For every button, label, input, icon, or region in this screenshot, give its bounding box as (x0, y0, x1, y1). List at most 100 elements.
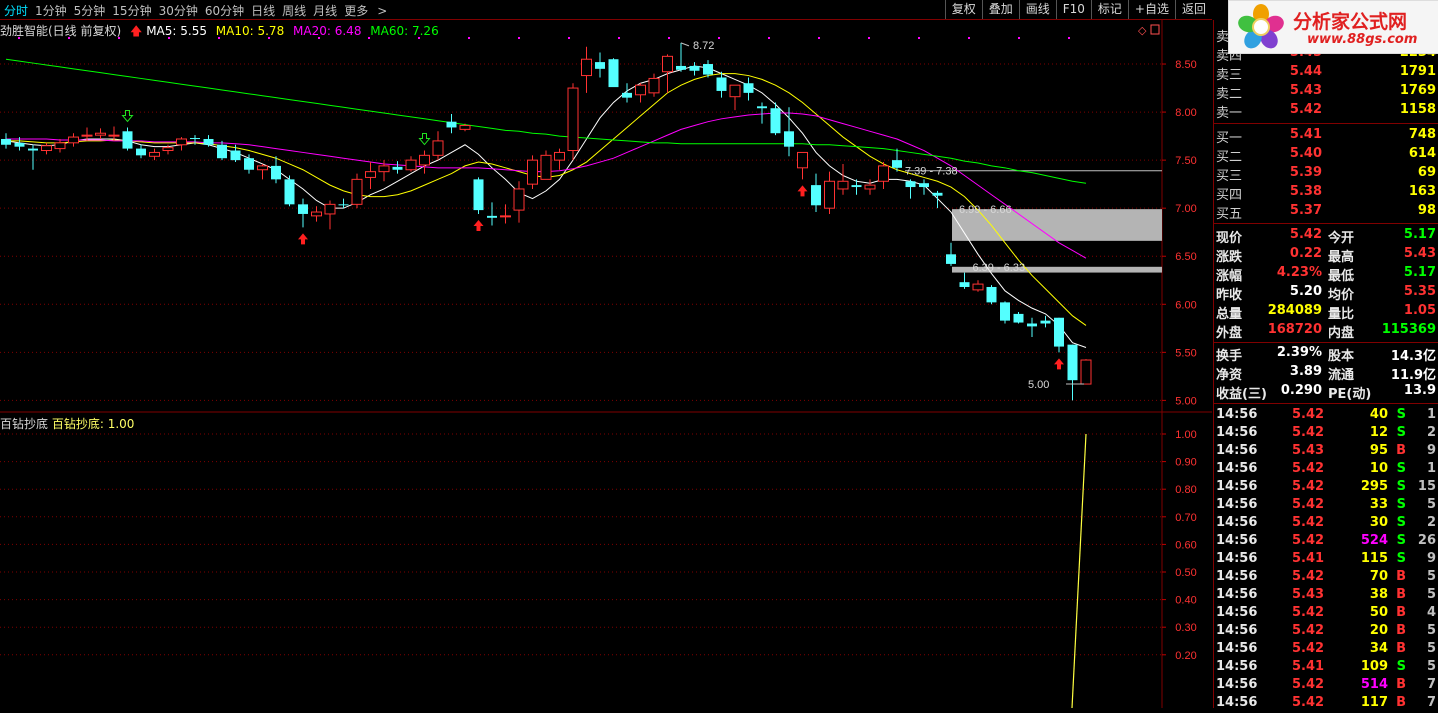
tick-direction: S (1396, 479, 1406, 494)
up-arrow-icon: 🡅 (130, 24, 143, 38)
tick-direction: S (1396, 407, 1406, 422)
signal-dot (968, 37, 970, 39)
signal-dot (1018, 37, 1020, 39)
price-tick-label: 8.00 (1175, 107, 1196, 119)
candle-body (230, 150, 241, 161)
quote-row: 总量 284089 量比 1.05 (1216, 303, 1438, 322)
tick-count: 4 (1426, 605, 1436, 620)
tick-volume: 40 (1369, 407, 1388, 422)
signal-dot (618, 37, 620, 39)
flower-logo-icon (1238, 4, 1284, 49)
tick-volume: 33 (1369, 497, 1388, 512)
tick-count: 5 (1426, 569, 1436, 584)
buy-price: 5.41 (1289, 127, 1322, 142)
period-tab[interactable]: 15分钟 (112, 4, 151, 18)
period-tab[interactable]: 60分钟 (205, 4, 244, 18)
candle-body (14, 142, 25, 147)
signal-dot (518, 37, 520, 39)
candle-body (905, 181, 916, 188)
sell-label: 卖一 (1216, 106, 1243, 121)
quote-row: 涨幅 4.23% 最低 5.17 (1216, 265, 1438, 284)
quote-label: 最高 (1328, 250, 1355, 265)
sell-price: 5.44 (1289, 64, 1322, 79)
toolbar-button[interactable]: 复权 (944, 0, 982, 19)
toolbar-button[interactable]: 标记 (1090, 0, 1128, 19)
quote-label: 总量 (1216, 307, 1243, 322)
sell-row[interactable]: 卖一 5.42 1158 (1216, 102, 1438, 121)
chevron-right-icon[interactable]: > (377, 4, 387, 18)
price-tick-label: 6.00 (1175, 299, 1196, 311)
buy-volume: 69 (1417, 165, 1436, 180)
quote-label: 外盘 (1216, 326, 1243, 341)
logo-url: www.88gs.com (1307, 32, 1418, 47)
ma10-label: MA10: 5.78 (215, 24, 285, 38)
buy-price: 5.39 (1289, 165, 1322, 180)
tick-price: 5.43 (1292, 443, 1325, 458)
buy-row[interactable]: 买三 5.39 69 (1216, 165, 1438, 184)
buy-price: 5.37 (1289, 203, 1322, 218)
quote-value: 5.43 (1403, 246, 1436, 261)
period-tab[interactable]: 30分钟 (159, 4, 198, 18)
toolbar-button[interactable]: F10 (1055, 0, 1091, 19)
candle-body (932, 192, 943, 196)
candle (473, 177, 484, 214)
tick-price: 5.42 (1292, 407, 1325, 422)
buy-label: 买一 (1216, 131, 1243, 146)
period-tab[interactable]: 5分钟 (74, 4, 106, 18)
period-tab[interactable]: 分时 (4, 4, 28, 18)
buy-row[interactable]: 买五 5.37 98 (1216, 203, 1438, 222)
candle-body (162, 147, 174, 152)
tick-direction: B (1396, 587, 1406, 602)
candle-body (770, 108, 781, 134)
candle-body (689, 65, 700, 71)
period-tab[interactable]: 日线 (251, 4, 275, 18)
candle-body (676, 65, 686, 70)
period-tab[interactable]: 月线 (313, 4, 337, 18)
toolbar-button[interactable]: +自选 (1127, 0, 1175, 19)
indicator-legend: 百钻抄底 百钻抄底: 1.00 (0, 417, 135, 431)
period-tab[interactable]: 1分钟 (35, 4, 67, 18)
period-tab[interactable]: 更多 (344, 4, 368, 18)
tick-time: 14:56 (1216, 551, 1258, 566)
ma60-label: MA60: 7.26 (370, 24, 439, 38)
quote-value: 2.39% (1276, 345, 1322, 360)
candle-body (851, 185, 862, 188)
tick-price: 5.42 (1292, 641, 1325, 656)
indicator-value: 1.00 (107, 417, 135, 431)
candle-body (284, 179, 295, 205)
kline-chart[interactable]: 8.50 8.00 7.50 7.00 6.50 6.00 5.50 5.00 ◇ 8.72 7.3… (0, 20, 1212, 708)
tick-count: 1 (1426, 407, 1436, 422)
period-tab[interactable]: 周线 (282, 4, 306, 18)
buy-label: 买三 (1216, 169, 1243, 184)
candle-body (136, 148, 146, 156)
candle-body (1067, 344, 1078, 381)
tick-row: 14:56 5.42 117 B 7 (1216, 695, 1438, 713)
tick-direction: S (1396, 515, 1406, 530)
quote-value: 5.20 (1289, 284, 1322, 299)
signal-dot (768, 37, 770, 39)
tick-price: 5.43 (1292, 587, 1325, 602)
tick-direction: B (1396, 641, 1406, 656)
tick-count: 1 (1426, 461, 1436, 476)
buy-row[interactable]: 买二 5.40 614 (1216, 146, 1438, 165)
buy-label: 买五 (1216, 207, 1243, 222)
tick-time: 14:56 (1216, 677, 1258, 692)
diamond-icon[interactable]: ◇ (1138, 24, 1147, 37)
tick-row: 14:56 5.42 295 S 15 (1216, 479, 1438, 497)
quote-label: 换手 (1216, 349, 1243, 364)
price-annotation: 7.39 - 7.38 (905, 166, 958, 178)
candle-body (986, 286, 997, 303)
ma20-label: MA20: 6.48 (293, 24, 362, 38)
candle (1080, 359, 1092, 385)
buy-row[interactable]: 买四 5.38 163 (1216, 184, 1438, 203)
toolbar-button[interactable]: 返回 (1174, 0, 1212, 19)
indicator-tick-label: 0.60 (1175, 539, 1196, 551)
tick-volume: 115 (1360, 551, 1388, 566)
quote-label: 涨幅 (1216, 269, 1243, 284)
sell-row[interactable]: 卖二 5.43 1769 (1216, 83, 1438, 102)
toolbar-button[interactable]: 画线 (1018, 0, 1056, 19)
quote-label: 现价 (1216, 231, 1243, 246)
buy-row[interactable]: 买一 5.41 748 (1216, 127, 1438, 146)
sell-row[interactable]: 卖三 5.44 1791 (1216, 64, 1438, 83)
toolbar-button[interactable]: 叠加 (981, 0, 1019, 19)
